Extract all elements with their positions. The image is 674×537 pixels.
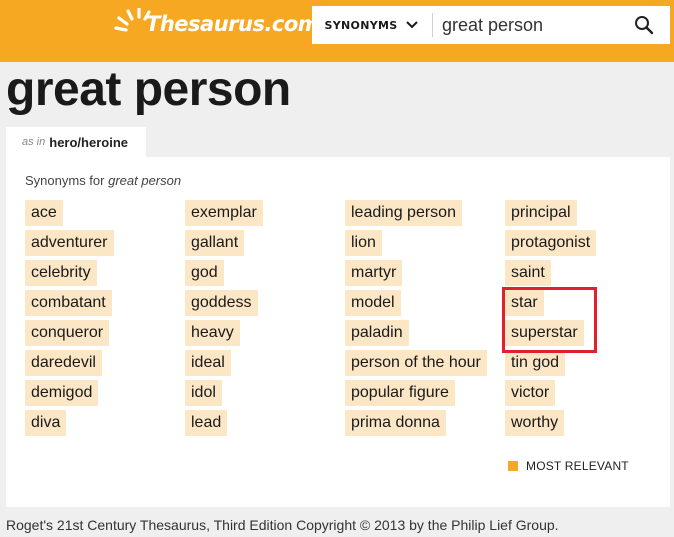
synonym-chip[interactable]: tin god [505,350,566,376]
page-title: great person [6,63,291,116]
synonym-column-2: exemplar gallant god goddess heavy ideal… [185,200,263,440]
search-mode-dropdown[interactable]: SYNONYMS [312,6,432,44]
logo-text[interactable]: Thesaurus.com [146,12,320,36]
synonym-chip[interactable]: protagonist [505,230,597,256]
synonym-chip[interactable]: martyr [345,260,403,286]
synonyms-heading-prefix: Synonyms for [25,173,105,188]
search-divider [432,13,433,37]
synonym-chip[interactable]: heavy [185,320,240,346]
synonym-chip[interactable]: popular figure [345,380,455,406]
tab-hero-heroine[interactable]: as in hero/heroine [6,127,146,157]
synonym-chip[interactable]: conqueror [25,320,110,346]
synonym-chip[interactable]: daredevil [25,350,102,376]
search-mode-label: SYNONYMS [324,18,398,32]
synonym-chip[interactable]: goddess [185,290,258,316]
site-header: Thesaurus.com SYNONYMS [0,0,674,62]
synonym-chip[interactable]: gallant [185,230,245,256]
synonym-chip[interactable]: idol [185,380,222,406]
search-icon[interactable] [634,15,654,35]
synonyms-heading-term: great person [108,173,182,188]
tab-prefix: as in [22,136,46,148]
synonym-chip-star[interactable]: star [505,290,544,316]
synonym-chip[interactable]: exemplar [185,200,263,226]
legend-swatch [508,461,518,471]
search-input[interactable] [442,10,622,40]
synonym-chip[interactable]: demigod [25,380,99,406]
synonym-chip[interactable]: lion [345,230,382,256]
synonym-chip-superstar[interactable]: superstar [505,320,584,346]
synonym-chip[interactable]: model [345,290,401,316]
relevance-legend: MOST RELEVANT [508,459,629,473]
synonym-chip[interactable]: prima donna [345,410,446,436]
synonym-chip[interactable]: god [185,260,224,286]
synonym-chip[interactable]: leading person [345,200,462,226]
synonym-chip[interactable]: person of the hour [345,350,487,376]
synonyms-heading: Synonyms for great person [25,173,181,188]
copyright-footer: Roget's 21st Century Thesaurus, Third Ed… [6,517,559,533]
chevron-down-icon [406,21,419,29]
synonym-column-1: ace adventurer celebrity combatant conqu… [25,200,114,440]
search-bar: SYNONYMS [312,6,670,44]
synonym-chip[interactable]: victor [505,380,556,406]
synonym-column-4: principal protagonist saint star superst… [505,200,597,440]
synonym-chip[interactable]: celebrity [25,260,97,286]
synonym-chip[interactable]: ideal [185,350,231,376]
synonym-chip[interactable]: ace [25,200,63,226]
synonym-column-3: leading person lion martyr model paladin… [345,200,487,440]
synonym-chip[interactable]: saint [505,260,551,286]
synonym-chip[interactable]: principal [505,200,577,226]
synonym-chip[interactable]: lead [185,410,228,436]
synonym-chip[interactable]: worthy [505,410,565,436]
tab-label: hero/heroine [49,134,128,150]
synonym-chip[interactable]: paladin [345,320,409,346]
synonym-chip[interactable]: combatant [25,290,112,316]
synonym-chip[interactable]: diva [25,410,67,436]
synonym-chip[interactable]: adventurer [25,230,114,256]
synonyms-panel: Synonyms for great person ace adventurer… [6,157,670,507]
legend-label: MOST RELEVANT [526,459,629,473]
